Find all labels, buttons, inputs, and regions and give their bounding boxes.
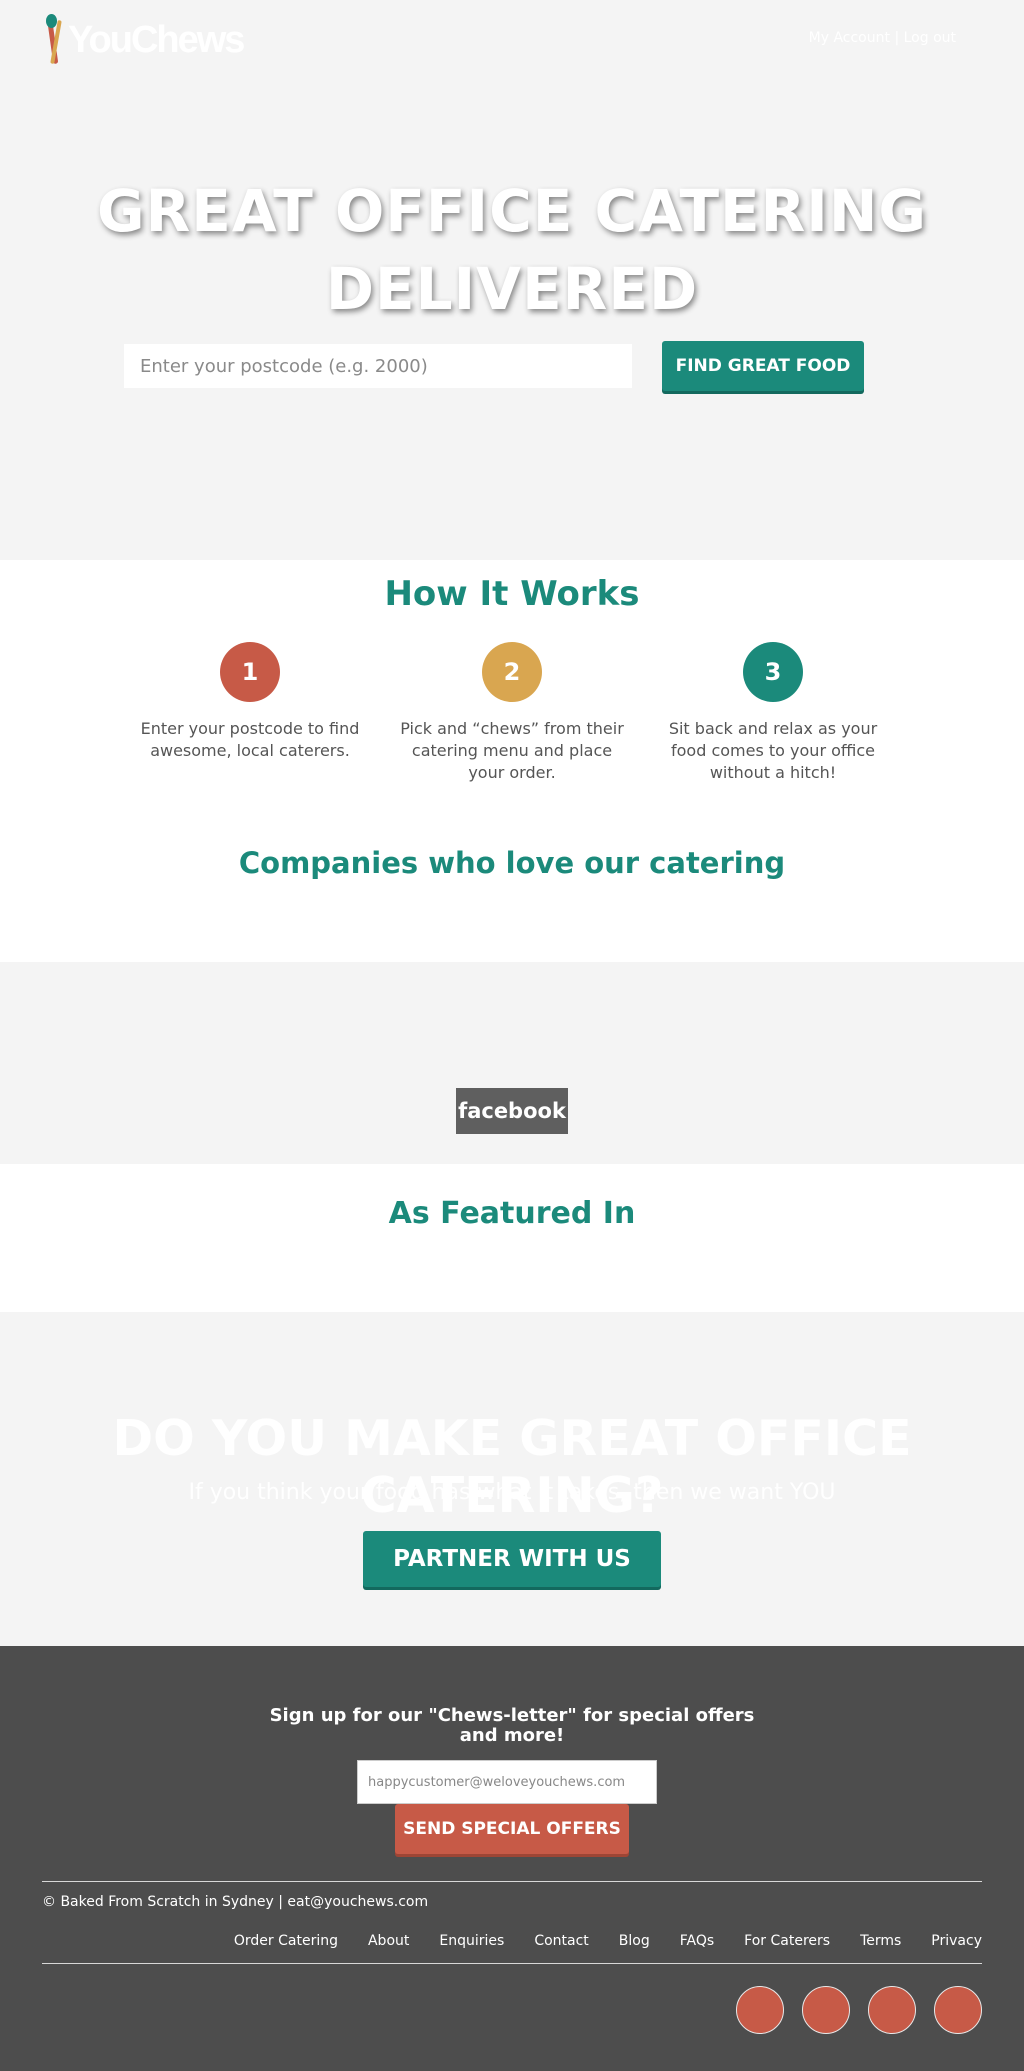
social-links <box>736 1986 982 2034</box>
hero-title-line2: DELIVERED <box>325 255 699 323</box>
footer-divider <box>42 1963 982 1964</box>
partner-title: DO YOU MAKE GREAT OFFICE CATERING? <box>112 1410 912 1524</box>
step-number-badge: 2 <box>482 642 542 702</box>
featured-in-title: As Featured In <box>388 1196 636 1231</box>
logo[interactable]: YouChews <box>40 14 245 66</box>
step-2: 2 Pick and “chews” from their catering m… <box>394 642 630 784</box>
partner-subtitle: If you think your food has what it takes… <box>188 1480 836 1505</box>
facebook-logo: facebook <box>456 1088 568 1134</box>
step-1: 1 Enter your postcode to find awesome, l… <box>132 642 368 762</box>
send-special-offers-button[interactable]: SEND SPECIAL OFFERS <box>395 1804 629 1854</box>
footer-nav: Order Catering About Enquiries Contact B… <box>234 1933 982 1949</box>
partner-with-us-button[interactable]: PARTNER WITH US <box>363 1531 661 1587</box>
footer-link-privacy[interactable]: Privacy <box>931 1933 982 1949</box>
social-icon-2[interactable] <box>802 1986 850 2034</box>
link-separator: | <box>894 30 900 46</box>
footer-link-faqs[interactable]: FAQs <box>680 1933 714 1949</box>
footer-link-about[interactable]: About <box>368 1933 409 1949</box>
hero-title-line1: GREAT OFFICE CATERING <box>96 177 928 245</box>
cutlery-icon <box>40 14 64 66</box>
my-account-link[interactable]: My Account <box>809 30 890 46</box>
step-text: Sit back and relax as your food comes to… <box>668 719 878 782</box>
newsletter-email-input[interactable] <box>357 1760 657 1804</box>
step-3: 3 Sit back and relax as your food comes … <box>655 642 891 784</box>
footer-divider <box>42 1881 982 1882</box>
newsletter-title: Sign up for our "Chews-letter" for speci… <box>269 1705 755 1746</box>
step-text: Pick and “chews” from their catering men… <box>400 719 624 782</box>
postcode-input[interactable] <box>124 344 632 388</box>
how-it-works-title: How It Works <box>384 574 640 614</box>
footer-link-enquiries[interactable]: Enquiries <box>439 1933 504 1949</box>
companies-title: Companies who love our catering <box>238 846 786 880</box>
footer-link-order-catering[interactable]: Order Catering <box>234 1933 338 1949</box>
step-text: Enter your postcode to find awesome, loc… <box>140 719 360 760</box>
footer-link-blog[interactable]: Blog <box>619 1933 650 1949</box>
hero-section: YouChews My Account | Log out GREAT OFFI… <box>0 0 1024 560</box>
hero-title: GREAT OFFICE CATERING DELIVERED <box>0 172 1024 328</box>
find-great-food-button[interactable]: FIND GREAT FOOD <box>662 341 864 391</box>
footer-link-contact[interactable]: Contact <box>534 1933 588 1949</box>
footer-link-terms[interactable]: Terms <box>860 1933 901 1949</box>
logo-text: YouChews <box>68 18 245 61</box>
copyright-text: © Baked From Scratch in Sydney | eat@you… <box>42 1894 429 1910</box>
social-icon-4[interactable] <box>934 1986 982 2034</box>
footer-link-for-caterers[interactable]: For Caterers <box>744 1933 830 1949</box>
step-number-badge: 1 <box>220 642 280 702</box>
account-links: My Account | Log out <box>809 30 956 46</box>
social-icon-1[interactable] <box>736 1986 784 2034</box>
step-number-badge: 3 <box>743 642 803 702</box>
social-icon-3[interactable] <box>868 1986 916 2034</box>
log-out-link[interactable]: Log out <box>904 30 956 46</box>
